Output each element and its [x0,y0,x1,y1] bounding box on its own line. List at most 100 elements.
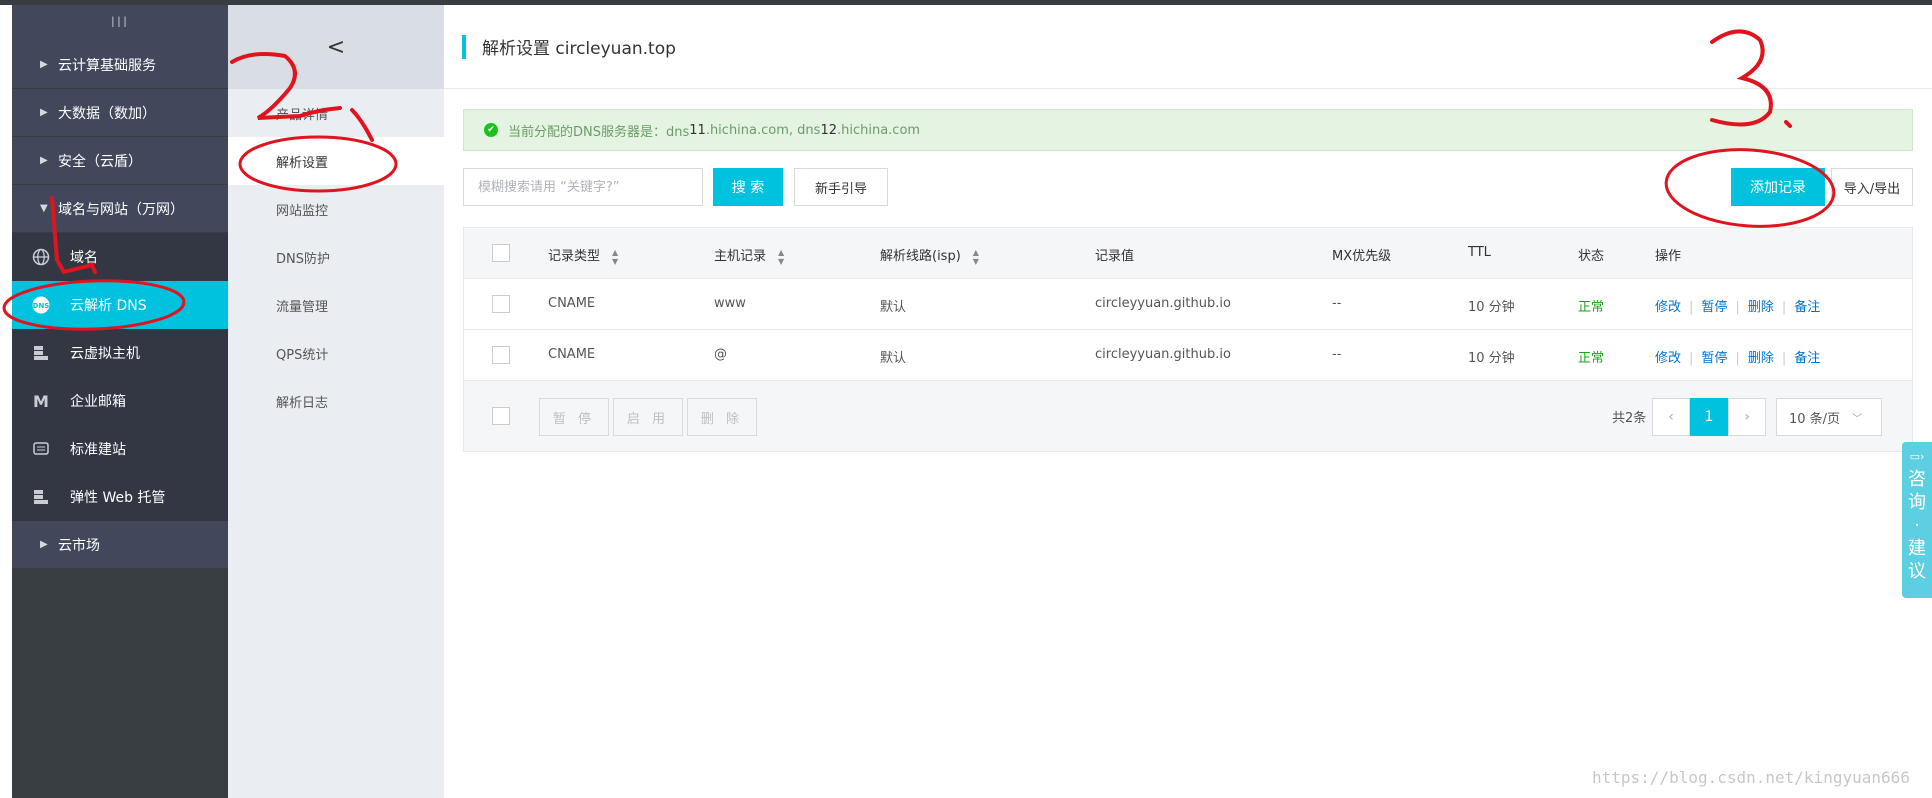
caret-right-icon: ▶ [40,59,48,70]
add-record-button[interactable]: 添加记录 [1731,168,1825,206]
sidebar-item-webhost[interactable]: 弹性 Web 托管 [12,473,228,521]
alert-suffix: .hichina.com [836,122,921,138]
subnav-item-monitor[interactable]: 网站监控 [228,185,444,233]
sidebar-item-label: 云虚拟主机 [70,346,140,362]
check-circle-icon: ✔ [484,123,498,137]
cell-actions: 修改 | 暂停 | 删除 | 备注 [1655,296,1820,315]
page-title: 解析设置 circleyuan.top [482,39,676,59]
sidebar-item-label: 域名 [70,250,98,266]
sidebar-group-label: 大数据（数加） [58,105,156,122]
delete-link[interactable]: 删除 [1748,300,1774,315]
sidebar-item-site[interactable]: 标准建站 [12,425,228,473]
divider: | [1781,300,1787,315]
col-type[interactable]: 记录类型 ▲ ▼ [548,245,618,266]
col-mx: MX优先级 [1332,249,1392,264]
server-icon [30,342,52,364]
sort-icon: ▲ ▼ [972,247,979,266]
sidebar-item-label: 云解析 DNS [70,298,147,314]
cell-actions: 修改 | 暂停 | 删除 | 备注 [1655,347,1820,366]
row-checkbox[interactable] [492,295,510,313]
mail-m-icon: M [33,391,49,411]
sidebar-group-security[interactable]: ▶ 安全（云盾） [12,137,228,185]
pager-total: 共2条 [1612,411,1647,426]
divider: | [1781,351,1787,366]
cell-status: 正常 [1578,300,1605,315]
pause-link[interactable]: 暂停 [1701,300,1727,315]
cell-ttl: 10 分钟 [1468,351,1515,366]
col-status: 状态 [1578,249,1605,264]
sidebar-group-market[interactable]: ▶ 云市场 [12,521,228,569]
col-value: 记录值 [1095,249,1135,264]
row-checkbox[interactable] [492,346,510,364]
sidebar-group-label: 域名与网站（万网） [58,201,184,218]
sidebar-group-domain[interactable]: ▼ 域名与网站（万网） [12,185,228,233]
subnav-item-dns-protect[interactable]: DNS防护 [228,233,444,281]
subnav-item-qps[interactable]: QPS统计 [228,329,444,377]
edit-link[interactable]: 修改 [1655,351,1681,366]
pager-prev-button[interactable]: ‹ [1652,398,1690,436]
pause-link[interactable]: 暂停 [1701,351,1727,366]
sidebar-item-vhost[interactable]: 云虚拟主机 [12,329,228,377]
cell-host: www [714,296,746,311]
select-all-checkbox[interactable] [492,244,510,262]
divider: | [1735,300,1740,315]
consult-char: 询 [1908,492,1926,513]
guide-button[interactable]: 新手引导 [794,168,888,206]
sidebar-item-dns[interactable]: DNS 云解析 DNS [12,281,228,329]
sidebar-item-mail[interactable]: M 企业邮箱 [12,377,228,425]
chat-icon: ▭› [1909,450,1925,463]
chevron-left-icon: < [326,34,346,60]
subnav-item-detail[interactable]: 产品详情 [228,89,444,137]
col-label: 主机记录 [714,249,767,264]
svg-text:DNS: DNS [33,302,50,310]
sidebar-group-bigdata[interactable]: ▶ 大数据（数加） [12,89,228,137]
table-row: CNAME www 默认 circleyyuan.github.io -- 10… [464,279,1912,330]
edit-link[interactable]: 修改 [1655,300,1681,315]
delete-link[interactable]: 删除 [1748,351,1774,366]
page-header: 解析设置 circleyuan.top [444,5,1932,89]
subnav-item-traffic[interactable]: 流量管理 [228,281,444,329]
table-header: 记录类型 ▲ ▼ 主机记录 ▲ ▼ 解析线路(isp) ▲ ▼ 记录值 MX优先级 TTL … [464,228,1912,279]
col-host[interactable]: 主机记录 ▲ ▼ [714,245,784,266]
footer-select-all-checkbox[interactable] [492,407,510,425]
sidebar: III ▶ 云计算基础服务 ▶ 大数据（数加） ▶ 安全（云盾） ▼ 域名与网站（万网）… [12,5,228,798]
dns-icon: DNS [30,294,52,316]
cell-ttl: 10 分钟 [1468,300,1515,315]
toolbar: 搜 索 新手引导 添加记录 导入/导出 [463,168,1913,208]
sidebar-item-domain[interactable]: 域名 [12,233,228,281]
globe-icon [30,246,52,268]
cell-host: @ [714,347,727,362]
bulk-delete-button[interactable]: 删 除 [687,398,757,436]
left-edge [0,5,12,798]
remark-link[interactable]: 备注 [1794,351,1820,366]
monitor-icon [30,438,52,460]
bulk-enable-button[interactable]: 启 用 [613,398,683,436]
cell-type: CNAME [548,347,596,362]
col-label: 记录类型 [548,249,601,264]
bulk-pause-button[interactable]: 暂 停 [539,398,609,436]
col-action: 操作 [1655,249,1682,264]
consult-feedback-tab[interactable]: ▭› 咨 询 · 建 议 [1902,442,1932,598]
search-input[interactable] [463,168,703,206]
subnav-item-log[interactable]: 解析日志 [228,377,444,425]
collapse-subnav-button[interactable]: < [228,5,444,89]
dns-server-alert: ✔ 当前分配的DNS服务器是：dns 11 .hichina.com, dns 12.… [463,109,1913,151]
title-accent-bar [462,34,466,59]
watermark: https://blog.csdn.net/kingyuan666 [1592,768,1910,787]
pager-page-1[interactable]: 1 [1690,398,1728,436]
cell-mx: -- [1332,296,1342,311]
col-line[interactable]: 解析线路(isp) ▲ ▼ [880,245,979,266]
divider: | [1689,300,1694,315]
subnav-item-resolve[interactable]: 解析设置 [228,137,444,185]
cell-status: 正常 [1578,351,1605,366]
cell-mx: -- [1332,347,1342,362]
consult-char: 建 [1908,538,1926,559]
search-button[interactable]: 搜 索 [713,168,783,206]
table-footer: 暂 停 启 用 删 除 共2条 ‹ 1 › 10 条/页 ﹀ [464,381,1912,451]
sidebar-group-cloud[interactable]: ▶ 云计算基础服务 [12,41,228,89]
remark-link[interactable]: 备注 [1794,300,1820,315]
page-size-select[interactable]: 10 条/页 ﹀ [1776,398,1882,436]
sidebar-toggle[interactable]: III [12,5,228,41]
pager-next-button[interactable]: › [1728,398,1766,436]
import-export-button[interactable]: 导入/导出 [1831,168,1913,206]
